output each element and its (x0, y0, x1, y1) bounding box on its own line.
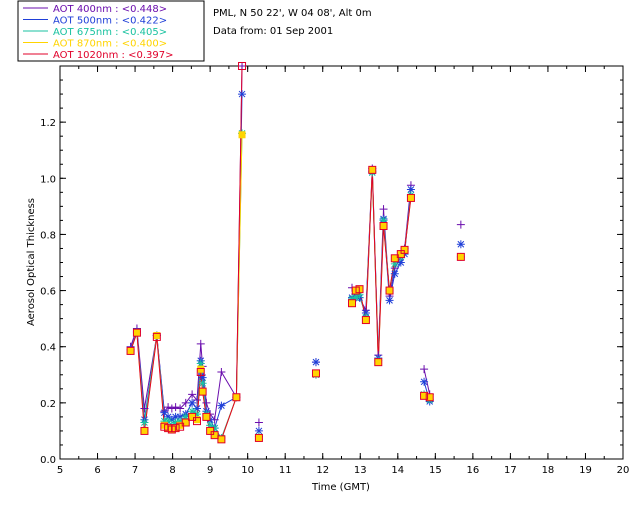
x-tick-label: 8 (169, 465, 175, 476)
x-tick-label: 6 (94, 465, 100, 476)
x-tick-label: 5 (57, 465, 63, 476)
aot-time-series-chart: AOT 400nm : <0.448>AOT 500nm : <0.422>AO… (17, 0, 630, 493)
data-point-3 (348, 299, 356, 307)
series-markers (126, 62, 465, 444)
data-point-3 (407, 194, 415, 202)
legend-label: AOT 500nm : <0.422> (53, 16, 167, 27)
legend-label: AOT 675nm : <0.405> (53, 27, 167, 38)
data-point-1 (217, 401, 226, 410)
data-point-0 (238, 62, 247, 70)
data-point-3 (211, 431, 219, 439)
y-tick-label: 0.4 (40, 343, 56, 354)
plot-area (126, 62, 465, 444)
legend-label: AOT 1020nm : <0.397> (53, 50, 173, 61)
site-info: PML, N 50 22', W 04 08', Alt 0m (213, 8, 372, 19)
data-point-3 (232, 393, 240, 401)
data-point-2 (140, 418, 149, 427)
data-point-3 (255, 434, 263, 442)
x-tick-label: 7 (132, 465, 138, 476)
data-point-1 (456, 240, 465, 249)
series-lines (130, 66, 431, 441)
x-tick-label: 15 (429, 465, 442, 476)
data-point-1 (390, 269, 399, 278)
data-point-3 (140, 427, 148, 435)
x-tick-label: 16 (466, 465, 479, 476)
y-axis-title: Aerosol Optical Thickness (26, 198, 37, 326)
x-tick-label: 9 (207, 465, 213, 476)
legend: AOT 400nm : <0.448>AOT 500nm : <0.422>AO… (17, 0, 205, 62)
data-point-3 (312, 369, 320, 377)
plot-frame (59, 65, 624, 460)
x-tick-label: 10 (241, 465, 254, 476)
date-info: Data from: 01 Sep 2001 (213, 26, 333, 37)
x-axis-title: Time (GMT) (311, 482, 370, 493)
x-tick-label: 18 (542, 465, 555, 476)
data-point-0 (171, 403, 180, 412)
y-tick-label: 1.2 (40, 118, 56, 129)
data-point-3 (217, 435, 225, 443)
data-point-0 (456, 220, 465, 229)
data-point-0 (254, 418, 263, 427)
data-point-3 (374, 358, 382, 366)
x-tick-label: 12 (316, 465, 329, 476)
data-point-3 (199, 388, 207, 396)
data-point-1 (188, 398, 197, 407)
legend-label: AOT 400nm : <0.448> (53, 4, 167, 15)
data-point-3 (368, 166, 376, 174)
data-point-3 (133, 329, 141, 337)
data-point-2 (198, 379, 207, 388)
x-tick-label: 13 (354, 465, 367, 476)
data-point-1 (238, 90, 247, 99)
data-point-0 (167, 404, 176, 413)
data-point-0 (420, 365, 429, 374)
data-point-3 (197, 365, 205, 373)
data-point-0 (379, 205, 388, 214)
data-point-3 (238, 131, 246, 139)
y-tick-label: 1.0 (40, 174, 56, 185)
x-tick-label: 14 (391, 465, 404, 476)
data-point-3 (386, 287, 394, 295)
y-tick-label: 0.8 (40, 230, 56, 241)
y-tick-label: 0.0 (40, 455, 56, 466)
y-tick-label: 0.6 (40, 287, 56, 298)
legend-label: AOT 870nm : <0.400> (53, 39, 167, 50)
data-point-0 (217, 367, 226, 376)
data-point-3 (380, 222, 388, 230)
data-point-0 (196, 339, 205, 348)
axes: 5 6 7 8 9 10 11 12 13 14 15 16 17 18 19 20 0.0 0.2 0.4 0.6 0… (40, 65, 630, 476)
series-line-4 (130, 66, 243, 441)
data-point-1 (311, 358, 320, 367)
x-tick-label: 11 (279, 465, 292, 476)
x-tick-label: 17 (504, 465, 517, 476)
data-point-1 (385, 296, 394, 305)
data-point-3 (127, 347, 135, 355)
series-line-0 (130, 66, 243, 421)
x-tick-label: 19 (579, 465, 592, 476)
x-tick-label: 20 (617, 465, 630, 476)
data-point-3 (457, 253, 465, 261)
data-point-1 (420, 377, 429, 386)
data-point-3 (362, 316, 370, 324)
y-tick-label: 0.2 (40, 399, 56, 410)
data-point-3 (202, 413, 210, 421)
